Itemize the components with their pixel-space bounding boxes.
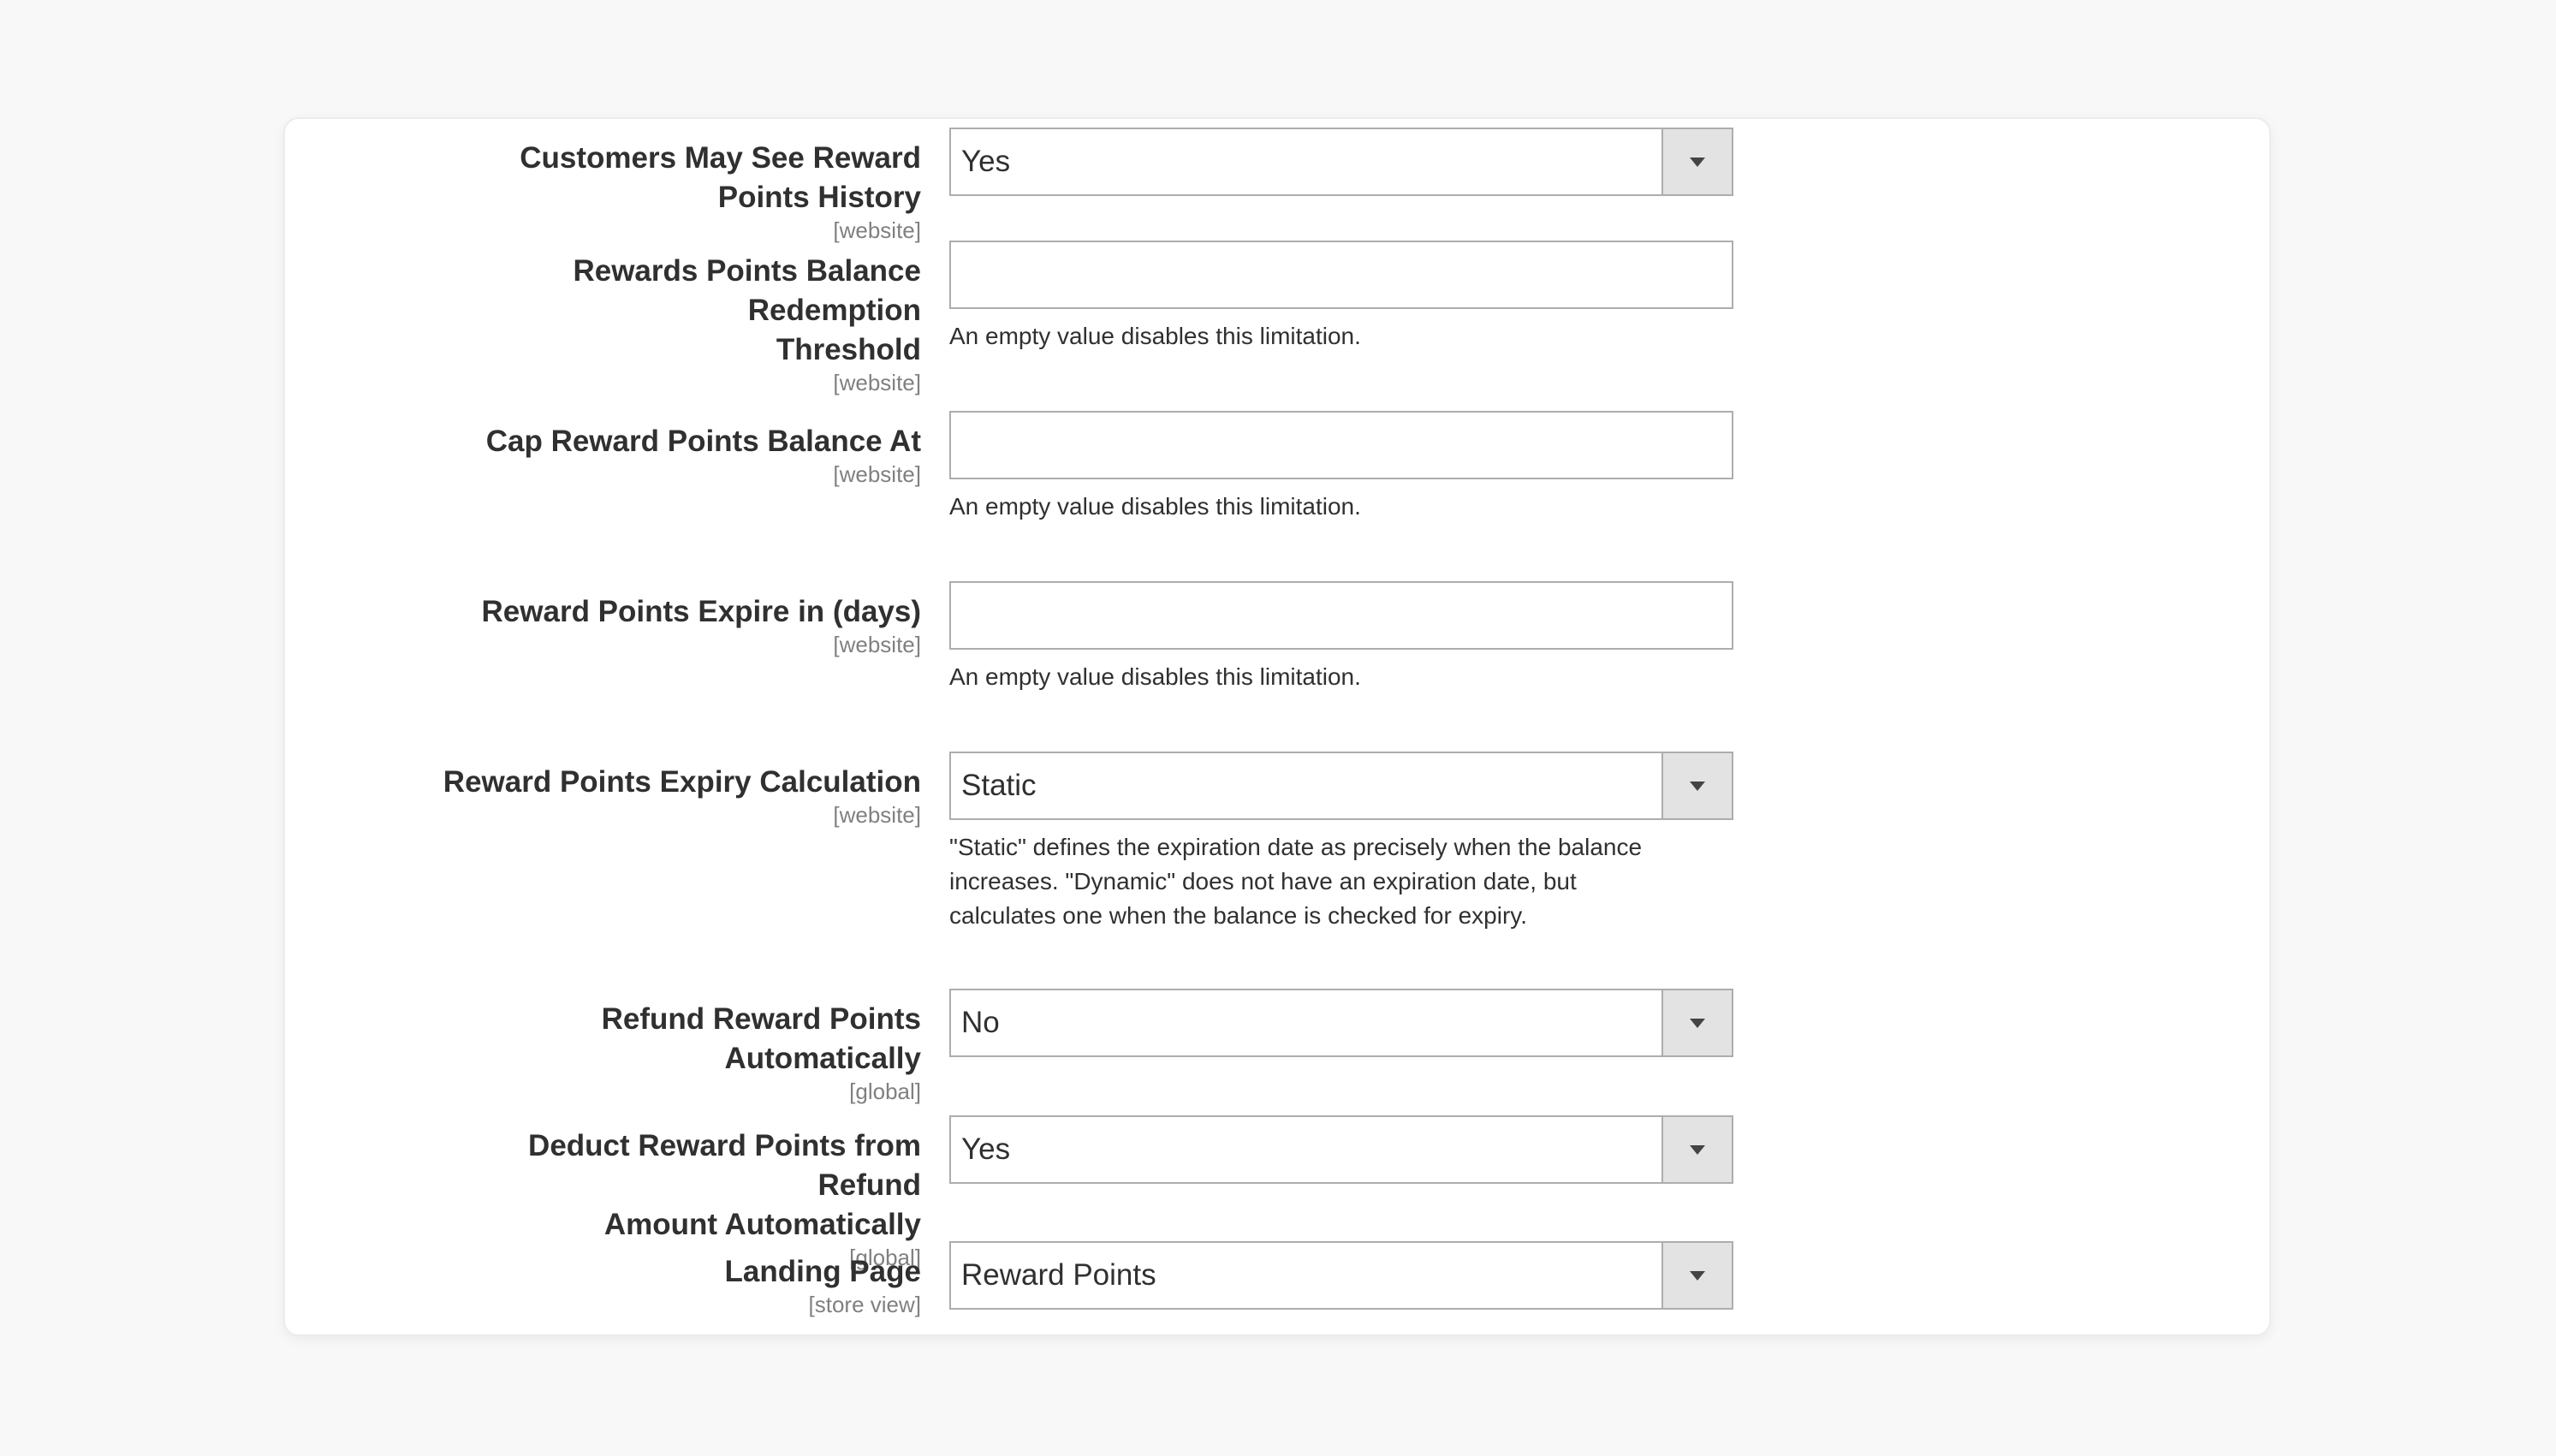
field-label-group: Refund Reward Points Automatically [glob… (442, 1000, 921, 1104)
field-control: Reward Points (949, 1241, 1733, 1310)
field-control: Static "Static" defines the expiration d… (949, 752, 1733, 933)
field-label: Threshold (776, 333, 921, 366)
field-label-group: Landing Page [store view] (442, 1252, 921, 1317)
scope-label: [website] (833, 802, 921, 828)
field-control: An empty value disables this limitation. (949, 241, 1733, 354)
scope-label: [global] (849, 1079, 921, 1104)
chevron-down-icon (1690, 1271, 1705, 1281)
field-label: Customers May See Reward Points History (520, 141, 921, 214)
config-panel: Customers May See Reward Points History … (283, 117, 2271, 1336)
scope-label: [website] (833, 370, 921, 395)
field-label: Reward Points Expiry Calculation (443, 765, 921, 799)
select-toggle[interactable] (1661, 1117, 1732, 1182)
chevron-down-icon (1690, 1019, 1705, 1028)
chevron-down-icon (1690, 1145, 1705, 1155)
select-toggle[interactable] (1661, 990, 1732, 1055)
note-line: calculates one when the balance is check… (949, 902, 1527, 929)
field-label-group: Customers May See Reward Points History … (442, 139, 921, 243)
customers-see-history-select[interactable]: Yes (949, 128, 1733, 196)
field-label-group: Reward Points Expire in (days) [website] (442, 592, 921, 657)
field-note: An empty value disables this limitation. (949, 493, 1361, 520)
chevron-down-icon (1690, 157, 1705, 167)
field-control: Yes (949, 128, 1733, 196)
expiry-calculation-select[interactable]: Static (949, 752, 1733, 820)
select-toggle[interactable] (1661, 753, 1732, 818)
field-control: An empty value disables this limitation. (949, 411, 1733, 524)
field-label: Rewards Points Balance Redemption (573, 254, 921, 327)
select-value: Reward Points (961, 1258, 1156, 1292)
deduct-refund-select[interactable]: Yes (949, 1115, 1733, 1184)
field-control: No (949, 989, 1733, 1057)
redemption-threshold-input[interactable] (949, 241, 1733, 309)
select-value: Yes (961, 1132, 1011, 1166)
cap-balance-input[interactable] (949, 411, 1733, 479)
scope-label: [store view] (808, 1292, 922, 1317)
chevron-down-icon (1690, 781, 1705, 791)
field-label: Refund Reward Points Automatically (601, 1002, 921, 1075)
select-value: Yes (961, 145, 1011, 178)
field-label-group: Deduct Reward Points from Refund Amount … (442, 1126, 921, 1270)
note-line: increases. "Dynamic" does not have an ex… (949, 868, 1577, 894)
select-toggle[interactable] (1661, 129, 1732, 194)
note-line: "Static" defines the expiration date as … (949, 834, 1643, 860)
select-toggle[interactable] (1661, 1243, 1732, 1308)
refund-auto-select[interactable]: No (949, 989, 1733, 1057)
select-value: Static (961, 769, 1037, 802)
select-value: No (961, 1006, 1000, 1039)
landing-page-select[interactable]: Reward Points (949, 1241, 1733, 1310)
field-label: Reward Points Expire in (days) (481, 595, 921, 628)
field-label-group: Rewards Points Balance Redemption Thresh… (442, 252, 921, 395)
field-label-group: Cap Reward Points Balance At [website] (442, 422, 921, 487)
field-label: Deduct Reward Points from Refund (528, 1129, 921, 1202)
expire-days-input[interactable] (949, 581, 1733, 650)
field-label-group: Reward Points Expiry Calculation [websit… (442, 763, 921, 828)
field-note: "Static" defines the expiration date as … (949, 830, 1720, 933)
scope-label: [website] (833, 632, 921, 657)
scope-label: [website] (833, 461, 921, 487)
field-label: Landing Page (724, 1255, 921, 1288)
field-label: Cap Reward Points Balance At (485, 425, 921, 458)
scope-label: [website] (833, 217, 921, 243)
field-note: An empty value disables this limitation. (949, 663, 1361, 690)
field-control: Yes (949, 1115, 1733, 1184)
field-label: Amount Automatically (603, 1208, 921, 1241)
field-note: An empty value disables this limitation. (949, 323, 1361, 349)
field-control: An empty value disables this limitation. (949, 581, 1733, 694)
